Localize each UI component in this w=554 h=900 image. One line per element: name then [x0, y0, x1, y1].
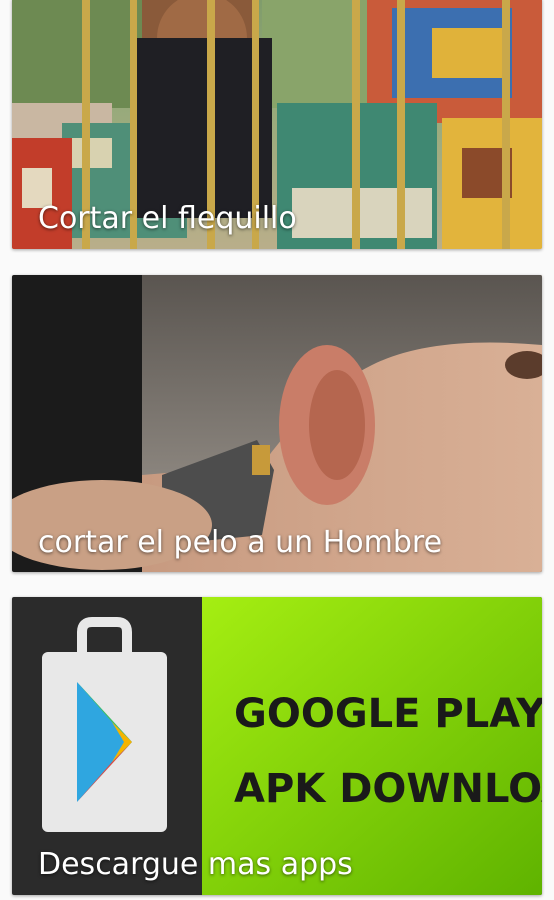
card-cortar-pelo-hombre[interactable]: cortar el pelo a un Hombre [12, 275, 542, 572]
card-cortar-flequillo[interactable]: Cortar el flequillo [12, 0, 542, 249]
card-feed: Cortar el flequillo cortar el pelo a un … [0, 0, 554, 900]
banner-text-line-1: GOOGLE PLAYSTORE [234, 691, 542, 737]
card-title: cortar el pelo a un Hombre [38, 525, 443, 560]
card-title: Cortar el flequillo [38, 201, 297, 236]
card-title: Descargue mas apps [38, 847, 353, 882]
banner-text-line-2: APK DOWNLOAD [234, 766, 542, 812]
card-descargue-mas-apps[interactable]: GOOGLE PLAYSTORE APK DOWNLOAD Descargue … [12, 597, 542, 895]
